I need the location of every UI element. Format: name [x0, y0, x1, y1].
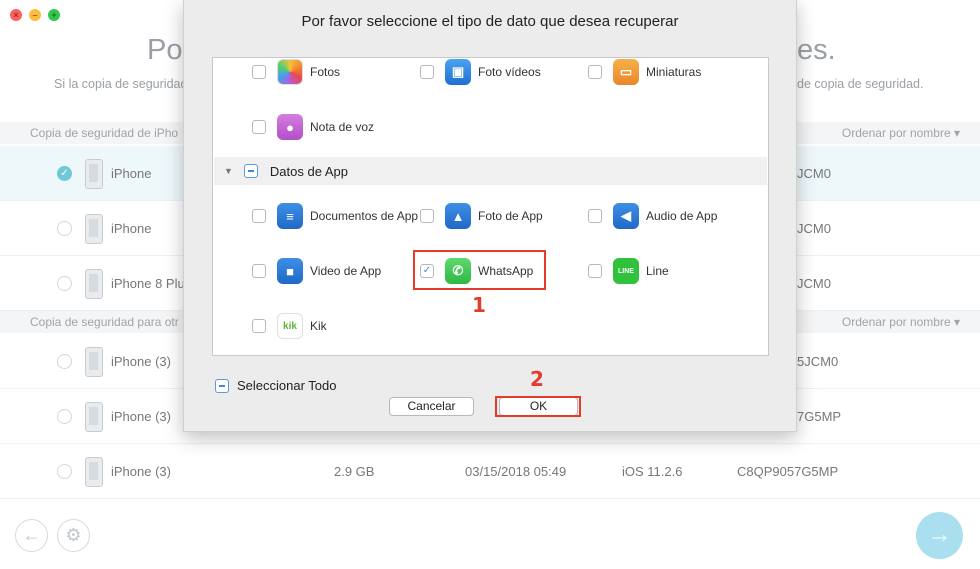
- checkbox[interactable]: [252, 120, 266, 134]
- item-label: Line: [646, 264, 669, 278]
- dialog-title: Por favor seleccione el tipo de dato que…: [301, 13, 679, 30]
- item-label: Video de App: [310, 264, 382, 278]
- window-controls: × – +: [10, 9, 60, 21]
- device-id: JCM0: [797, 221, 831, 236]
- settings-gear-icon[interactable]: ⚙: [57, 519, 90, 552]
- next-arrow-button[interactable]: →: [916, 512, 963, 559]
- audio-icon: ◀: [613, 203, 639, 229]
- item-label: Miniaturas: [646, 65, 702, 79]
- select-all-checkbox[interactable]: [215, 378, 229, 393]
- checkbox[interactable]: [420, 65, 434, 79]
- page-subtitle-right: de copia de seguridad.: [797, 77, 924, 91]
- group-checkbox-mixed[interactable]: [243, 164, 258, 178]
- checkbox[interactable]: [588, 264, 602, 278]
- checkbox[interactable]: [252, 65, 266, 79]
- checkbox[interactable]: [252, 319, 266, 333]
- documents-icon: ≡: [277, 203, 303, 229]
- radio-button[interactable]: [57, 464, 72, 479]
- section-label: Copia de seguridad de iPho: [30, 126, 179, 140]
- device-name: iPhone: [111, 166, 152, 181]
- item-label: Kik: [310, 319, 327, 333]
- device-id: JCM0: [797, 166, 831, 181]
- select-all[interactable]: Seleccionar Todo: [215, 378, 337, 393]
- video-icon: ■: [277, 258, 303, 284]
- iphone-icon: [85, 269, 103, 299]
- backup-date: 03/15/2018 05:49: [465, 464, 567, 479]
- radio-button[interactable]: [57, 354, 72, 369]
- device-id: 7G5MP: [797, 409, 842, 424]
- checkbox[interactable]: [420, 209, 434, 223]
- page-title-right: es.: [797, 34, 836, 66]
- backup-row[interactable]: iPhone (3) 2.9 GB 03/15/2018 05:49 iOS 1…: [0, 444, 980, 499]
- iphone-icon: [85, 347, 103, 377]
- highlight-box-ok: [495, 396, 581, 417]
- data-type-dialog: Por favor seleccione el tipo de dato que…: [183, 0, 797, 432]
- kik-icon: kik: [277, 313, 303, 339]
- item-kik[interactable]: kik Kik: [252, 312, 327, 340]
- step-number-1: 1: [472, 293, 486, 317]
- radio-button[interactable]: [57, 221, 72, 236]
- group-label: Datos de App: [269, 163, 348, 179]
- device-name: iPhone: [111, 221, 152, 236]
- checkbox[interactable]: [588, 65, 602, 79]
- device-id: 5JCM0: [797, 354, 839, 369]
- sort-dropdown[interactable]: Ordenar por nombre ▾: [842, 122, 960, 144]
- item-label: Nota de voz: [310, 120, 375, 134]
- checkbox[interactable]: [588, 209, 602, 223]
- device-name: iPhone 8 Plu: [111, 276, 185, 291]
- line-icon: LINE: [613, 258, 639, 284]
- iphone-icon: [85, 159, 103, 189]
- voice-memo-icon: ●: [277, 114, 303, 140]
- radio-selected[interactable]: ✓: [57, 166, 72, 181]
- cancel-button[interactable]: Cancelar: [389, 397, 474, 416]
- page-subtitle-left: Si la copia de seguridad: [54, 77, 188, 91]
- backup-size: 2.9 GB: [334, 464, 375, 479]
- item-video-de-app[interactable]: ■ Video de App: [252, 257, 381, 285]
- iphone-icon: [85, 402, 103, 432]
- radio-button[interactable]: [57, 276, 72, 291]
- highlight-box-whatsapp: [413, 250, 546, 290]
- item-label: Foto de App: [478, 209, 543, 223]
- step-number-2: 2: [530, 367, 544, 391]
- radio-button[interactable]: [57, 409, 72, 424]
- select-all-label: Seleccionar Todo: [237, 378, 337, 393]
- device-name: iPhone (3): [111, 464, 171, 479]
- thumbnails-icon: ▭: [613, 59, 639, 85]
- back-button[interactable]: ←: [15, 519, 48, 552]
- data-type-list: Fotos ▣ Foto vídeos ▭ Miniaturas ● Nota …: [212, 57, 769, 356]
- ios-version: iOS 11.2.6: [622, 464, 683, 479]
- sort-dropdown[interactable]: Ordenar por nombre ▾: [842, 311, 960, 333]
- item-label: Foto vídeos: [478, 65, 541, 79]
- checkbox[interactable]: [252, 209, 266, 223]
- iphone-icon: [85, 457, 103, 487]
- device-name: iPhone (3): [111, 354, 171, 369]
- item-line[interactable]: LINE Line: [588, 257, 669, 285]
- disclosure-triangle-icon[interactable]: ▼: [224, 166, 233, 176]
- photo-video-icon: ▣: [445, 59, 471, 85]
- app-photo-icon: ▲: [445, 203, 471, 229]
- item-nota-de-voz[interactable]: ● Nota de voz: [252, 113, 374, 141]
- device-id: C8QP9057G5MP: [737, 464, 839, 479]
- section-label: Copia de seguridad para otr: [30, 315, 179, 329]
- device-name: iPhone (3): [111, 409, 171, 424]
- item-fotos[interactable]: Fotos: [252, 58, 340, 86]
- minimize-window-button[interactable]: –: [29, 9, 41, 21]
- device-id: JCM0: [797, 276, 831, 291]
- item-label: Documentos de App: [310, 209, 419, 223]
- zoom-window-button[interactable]: +: [48, 9, 60, 21]
- item-documentos-de-app[interactable]: ≡ Documentos de App: [252, 202, 418, 230]
- item-foto-de-app[interactable]: ▲ Foto de App: [420, 202, 543, 230]
- close-window-button[interactable]: ×: [10, 9, 22, 21]
- group-datos-de-app[interactable]: ▼ Datos de App: [214, 157, 767, 185]
- checkbox[interactable]: [252, 264, 266, 278]
- item-audio-de-app[interactable]: ◀ Audio de App: [588, 202, 717, 230]
- item-label: Fotos: [310, 65, 341, 79]
- iphone-icon: [85, 214, 103, 244]
- item-foto-videos[interactable]: ▣ Foto vídeos: [420, 58, 541, 86]
- item-miniaturas[interactable]: ▭ Miniaturas: [588, 58, 701, 86]
- item-label: Audio de App: [646, 209, 718, 223]
- photos-icon: [277, 59, 303, 85]
